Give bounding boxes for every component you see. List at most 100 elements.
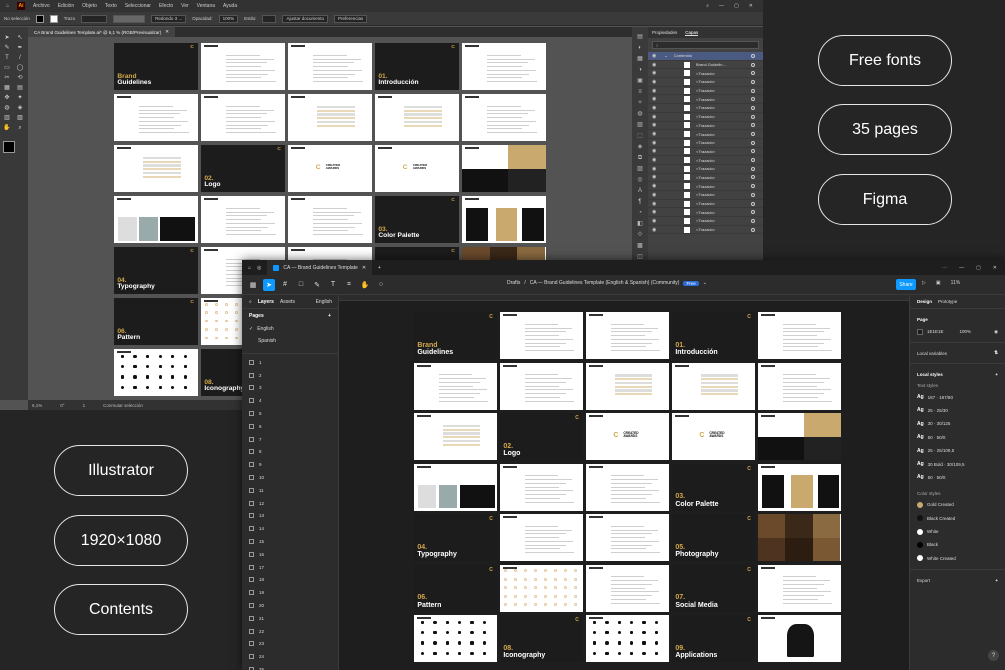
eye-icon[interactable]: ◉: [652, 166, 658, 172]
document-setup-button[interactable]: Ajustar documento: [282, 14, 328, 23]
layer-row[interactable]: ◉ <Trazado>: [648, 122, 763, 131]
artboard-thumbnail[interactable]: [114, 349, 198, 396]
frame-layer-row[interactable]: 8: [242, 446, 338, 459]
more-icon[interactable]: ⋯: [942, 265, 947, 271]
close-icon[interactable]: ✕: [749, 3, 753, 9]
resources-icon[interactable]: ⌗: [343, 279, 355, 291]
layer-row[interactable]: ◉ <Trazado>: [648, 113, 763, 122]
figma-canvas[interactable]: C Brand Guidelines C 01. Introducción C 02. Logo…: [339, 301, 909, 670]
type-tool-icon[interactable]: T: [3, 55, 12, 62]
layer-row[interactable]: ◉ <Trazado>: [648, 165, 763, 174]
local-variables-row[interactable]: Local variables ⇅: [910, 347, 1005, 359]
main-menu-icon[interactable]: ▦: [247, 279, 259, 291]
move-tool-icon[interactable]: ➤: [263, 278, 275, 291]
text-tool-icon[interactable]: T: [327, 279, 339, 291]
text-style-row[interactable]: Ag 30 · 30/125: [910, 417, 1005, 430]
color-style-row[interactable]: Black: [910, 538, 1005, 551]
color-style-row[interactable]: Black Created: [910, 512, 1005, 525]
artboard-thumbnail[interactable]: [201, 94, 285, 141]
eye-icon[interactable]: ◉: [652, 105, 658, 111]
stroke-swatch[interactable]: [49, 14, 58, 23]
figma-file-tab[interactable]: CA — Brand Guidelines Template ✕: [267, 260, 373, 275]
target-icon[interactable]: [751, 114, 755, 119]
target-icon[interactable]: [751, 97, 755, 102]
layer-row[interactable]: ◉ <Trazado>: [648, 78, 763, 87]
artboard-thumbnail[interactable]: [462, 43, 546, 90]
artboard-thumbnail[interactable]: [288, 196, 372, 243]
figma-home-icon[interactable]: ⌂: [248, 265, 251, 271]
layer-row[interactable]: ◉ <Trazado>: [648, 217, 763, 226]
frame-layer-row[interactable]: 9: [242, 458, 338, 471]
frame-layer-row[interactable]: 12: [242, 497, 338, 510]
panel-icon[interactable]: ▦: [636, 55, 644, 63]
target-icon[interactable]: [751, 201, 755, 206]
artboard-thumbnail[interactable]: C 03. Color Palette: [375, 196, 459, 243]
layer-row[interactable]: ◉ <Trazado>: [648, 191, 763, 200]
scissors-tool-icon[interactable]: ✂: [3, 75, 12, 82]
add-export-icon[interactable]: +: [995, 578, 998, 583]
frame-layer-row[interactable]: 11: [242, 484, 338, 497]
settings-icon[interactable]: ⇅: [994, 350, 998, 356]
eye-icon[interactable]: ◉: [652, 53, 658, 59]
frame-layer-row[interactable]: 7: [242, 433, 338, 446]
artboard-thumbnail[interactable]: [201, 43, 285, 90]
artboard-thumbnail[interactable]: [672, 362, 755, 410]
eye-icon[interactable]: ◉: [652, 174, 658, 180]
layer-row[interactable]: ◉ <Trazado>: [648, 104, 763, 113]
blend-tool-icon[interactable]: ◍: [3, 105, 12, 112]
artboard-thumbnail[interactable]: C 06. Pattern: [114, 298, 198, 345]
layer-row[interactable]: ◉ <Trazado>: [648, 156, 763, 165]
artboard-thumbnail[interactable]: [201, 196, 285, 243]
status-info[interactable]: Conmutar selección: [103, 403, 143, 408]
frame-layer-row[interactable]: 6: [242, 420, 338, 433]
menu-objeto[interactable]: Objeto: [82, 3, 97, 9]
stroke-width-field[interactable]: [81, 14, 108, 23]
add-page-icon[interactable]: +: [328, 313, 331, 319]
layer-row[interactable]: ◉ <Trazado>: [648, 69, 763, 79]
comment-tool-icon[interactable]: ○: [375, 279, 387, 291]
breadcrumb-drafts[interactable]: Drafts: [507, 280, 520, 286]
export-row[interactable]: Export +: [910, 574, 1005, 586]
eye-icon[interactable]: ◉: [652, 122, 658, 128]
panel-icon[interactable]: ◍: [636, 110, 644, 118]
target-icon[interactable]: [751, 123, 755, 128]
eye-icon[interactable]: ◉: [652, 218, 658, 224]
target-icon[interactable]: [751, 71, 755, 76]
panel-icon[interactable]: ◐: [636, 44, 644, 52]
eye-icon[interactable]: ◉: [652, 96, 658, 102]
tab-design[interactable]: Design: [917, 299, 932, 304]
eye-icon[interactable]: ◉: [652, 70, 658, 76]
tab-prototype[interactable]: Prototype: [938, 299, 957, 304]
home-icon[interactable]: ⌂: [6, 3, 9, 9]
artboard-thumbnail[interactable]: [462, 94, 546, 141]
layer-row[interactable]: ◉ <Trazado>: [648, 208, 763, 218]
tab-properties[interactable]: Propiedades: [652, 30, 677, 35]
panel-icon[interactable]: ⧉: [636, 154, 644, 162]
text-style-row[interactable]: Ag 187 · 187/80: [910, 390, 1005, 403]
eye-icon[interactable]: ◉: [652, 148, 658, 154]
artboard-thumbnail[interactable]: C 03. Color Palette: [672, 463, 755, 511]
frame-layer-row[interactable]: 2: [242, 369, 338, 382]
artboard-thumbnail[interactable]: [758, 564, 841, 612]
eyedropper-tool-icon[interactable]: ◈: [16, 105, 25, 112]
artboard-thumbnail[interactable]: [288, 43, 372, 90]
eye-icon[interactable]: ◉: [652, 192, 658, 198]
artboard-thumbnail[interactable]: [288, 94, 372, 141]
artboard-thumbnail[interactable]: C 01. Introducción: [672, 312, 755, 359]
panel-icon[interactable]: ▨: [636, 165, 644, 173]
layer-row[interactable]: ◉ Brand Guidelin...: [648, 61, 763, 70]
opacity-field[interactable]: 100%: [218, 14, 239, 23]
target-icon[interactable]: [751, 175, 755, 180]
target-icon[interactable]: [751, 158, 755, 163]
eye-icon[interactable]: ◉: [652, 209, 658, 215]
gradient-tool-icon[interactable]: ▤: [16, 85, 25, 92]
target-icon[interactable]: [751, 132, 755, 137]
hand-tool-icon[interactable]: ✋: [359, 279, 371, 291]
menu-ventana[interactable]: Ventana: [197, 3, 215, 9]
target-icon[interactable]: [751, 166, 755, 171]
eye-icon[interactable]: ◉: [652, 227, 658, 233]
present-icon[interactable]: ▷: [922, 280, 926, 286]
artboard-thumbnail[interactable]: [414, 615, 497, 662]
panel-icon[interactable]: ◈: [636, 143, 644, 151]
artboard-thumbnail[interactable]: [114, 94, 198, 141]
